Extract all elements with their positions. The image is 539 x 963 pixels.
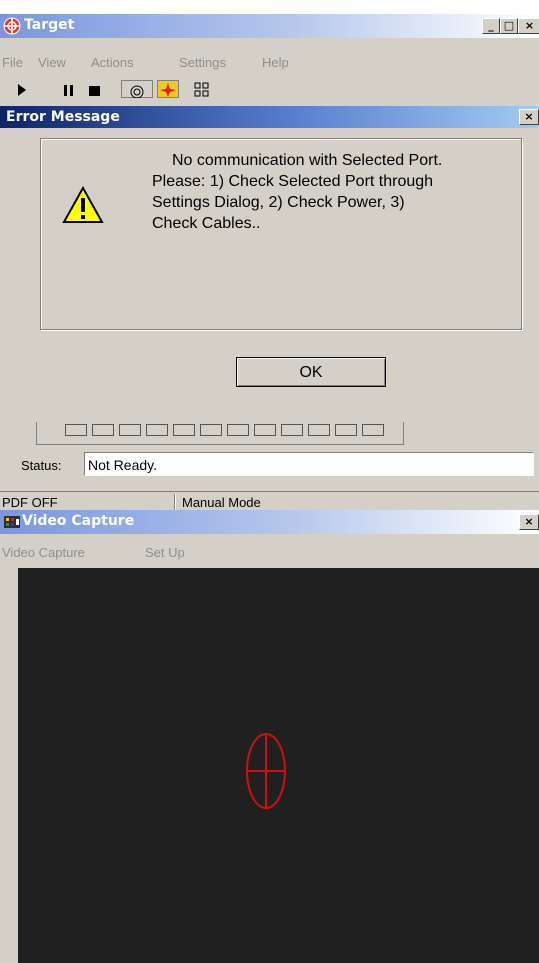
led-cell xyxy=(308,424,330,436)
menu-set-up[interactable]: Set Up xyxy=(145,545,185,560)
message-line: No communication with Selected Port. xyxy=(172,152,443,169)
film-icon xyxy=(4,516,20,528)
video-title: Video Capture xyxy=(22,513,135,529)
menu-video-capture[interactable]: Video Capture xyxy=(2,545,85,560)
burst-icon[interactable] xyxy=(157,80,179,98)
ok-button[interactable]: OK xyxy=(236,357,386,387)
error-message: No communication with Selected Port. Ple… xyxy=(152,150,522,234)
warning-icon xyxy=(62,186,104,223)
stop-icon[interactable] xyxy=(88,80,102,98)
led-cell xyxy=(200,424,222,436)
target-toolbar xyxy=(0,80,539,98)
led-cell xyxy=(92,424,114,436)
led-cell xyxy=(146,424,168,436)
error-title: Error Message xyxy=(6,109,120,125)
video-preview[interactable] xyxy=(18,568,539,963)
led-cell xyxy=(254,424,276,436)
message-line: Settings Dialog, 2) Check Power, 3) xyxy=(152,194,405,211)
spiral-icon[interactable] xyxy=(121,80,153,98)
message-line: Please: 1) Check Selected Port through xyxy=(152,173,434,190)
status-label: Status: xyxy=(21,458,62,473)
maximize-icon[interactable]: □ xyxy=(500,18,518,34)
error-titlebar[interactable]: Error Message × xyxy=(0,106,539,128)
close-icon[interactable]: × xyxy=(519,514,539,530)
play-icon[interactable] xyxy=(16,80,28,98)
target-title: Target xyxy=(24,17,75,33)
led-cell xyxy=(173,424,195,436)
crosshair-icon xyxy=(246,733,286,809)
status-field: Not Ready. xyxy=(84,452,534,476)
menu-help[interactable]: Help xyxy=(262,55,289,70)
led-cell xyxy=(362,424,384,436)
video-capture-window: Video Capture × Video Capture Set Up xyxy=(0,510,539,963)
grid-icon[interactable] xyxy=(193,80,211,98)
error-dialog: Error Message × No communication with Se… xyxy=(0,106,539,410)
menu-settings[interactable]: Settings xyxy=(179,55,226,70)
close-icon[interactable]: × xyxy=(519,109,539,125)
pause-icon[interactable] xyxy=(62,80,76,98)
led-cell xyxy=(119,424,141,436)
menu-actions[interactable]: Actions xyxy=(91,55,134,70)
target-titlebar[interactable]: Target _ □ × xyxy=(0,14,539,38)
led-strip xyxy=(36,422,404,445)
menu-file[interactable]: File xyxy=(2,55,23,70)
led-cell xyxy=(335,424,357,436)
minimize-icon[interactable]: _ xyxy=(482,18,500,34)
message-line: Check Cables.. xyxy=(152,215,261,232)
led-cell xyxy=(65,424,87,436)
menu-view[interactable]: View xyxy=(38,55,66,70)
target-app-icon xyxy=(3,17,21,35)
video-menubar: Video Capture Set Up xyxy=(0,543,539,563)
led-cell xyxy=(281,424,303,436)
video-titlebar[interactable]: Video Capture × xyxy=(0,510,539,534)
led-cell xyxy=(227,424,249,436)
target-menubar: File View Actions Settings Help xyxy=(0,53,539,73)
close-icon[interactable]: × xyxy=(518,18,539,34)
